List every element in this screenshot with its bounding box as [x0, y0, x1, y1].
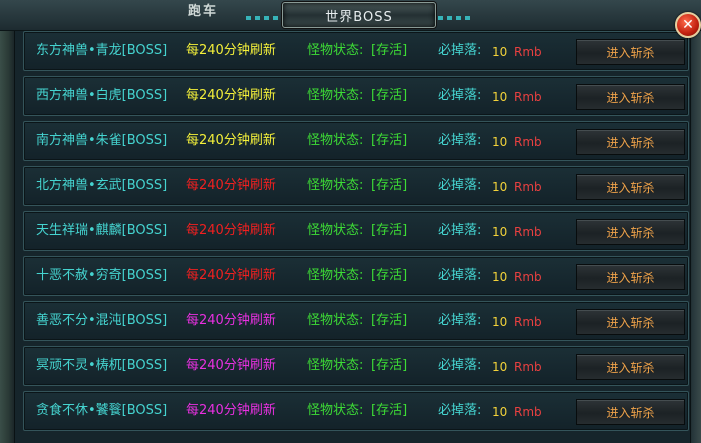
status-value: [存活] [371, 133, 408, 148]
boss-row: 北方神兽•玄武[BOSS] 每240分钟刷新 怪物状态: [存活] 必掉落: 10 Rmb 进… [23, 166, 689, 206]
boss-row: 十恶不赦•穷奇[BOSS] 每240分钟刷新 怪物状态: [存活] 必掉落: 10 Rmb 进… [23, 256, 689, 296]
drop-unit: Rmb [514, 90, 542, 104]
drop-label: 必掉落: [438, 313, 482, 328]
enter-kill-button[interactable]: 进入斩杀 [576, 354, 685, 380]
drop-label: 必掉落: [438, 223, 482, 238]
boss-name: 东方神兽•青龙[BOSS] [36, 43, 168, 58]
enter-kill-button[interactable]: 进入斩杀 [576, 219, 685, 245]
drop-amount: 10 [492, 315, 508, 329]
boss-row: 南方神兽•朱雀[BOSS] 每240分钟刷新 怪物状态: [存活] 必掉落: 10 Rmb 进… [23, 121, 689, 161]
status-value: [存活] [371, 88, 408, 103]
status-value: [存活] [371, 43, 408, 58]
drop-unit: Rmb [514, 135, 542, 149]
enter-kill-button[interactable]: 进入斩杀 [576, 399, 685, 425]
boss-name: 西方神兽•白虎[BOSS] [36, 88, 168, 103]
status-label: 怪物状态: [307, 178, 364, 193]
status-value: [存活] [371, 268, 408, 283]
drop-label: 必掉落: [438, 88, 482, 103]
status-value: [存活] [371, 403, 408, 418]
boss-row: 天生祥瑞•麒麟[BOSS] 每240分钟刷新 怪物状态: [存活] 必掉落: 10 Rmb 进… [23, 211, 689, 251]
drop-unit: Rmb [514, 315, 542, 329]
status-label: 怪物状态: [307, 403, 364, 418]
refresh-interval: 每240分钟刷新 [186, 403, 276, 418]
header-ornament-right [438, 16, 472, 20]
window-title: 世界BOSS [325, 9, 393, 25]
status-value: [存活] [371, 223, 408, 238]
boss-row: 冥顽不灵•梼杌[BOSS] 每240分钟刷新 怪物状态: [存活] 必掉落: 10 Rmb 进… [23, 346, 689, 386]
drop-label: 必掉落: [438, 133, 482, 148]
background-partial-label: 跑车 [188, 4, 219, 19]
refresh-interval: 每240分钟刷新 [186, 313, 276, 328]
status-label: 怪物状态: [307, 43, 364, 58]
enter-kill-button[interactable]: 进入斩杀 [576, 174, 685, 200]
enter-kill-button[interactable]: 进入斩杀 [576, 39, 685, 65]
drop-amount: 10 [492, 225, 508, 239]
close-button[interactable]: ✕ [675, 12, 701, 38]
drop-amount: 10 [492, 270, 508, 284]
status-label: 怪物状态: [307, 88, 364, 103]
boss-list-panel: 东方神兽•青龙[BOSS] 每240分钟刷新 怪物状态: [存活] 必掉落: 10 Rmb 进… [14, 31, 691, 443]
enter-kill-button[interactable]: 进入斩杀 [576, 309, 685, 335]
status-label: 怪物状态: [307, 358, 364, 373]
refresh-interval: 每240分钟刷新 [186, 43, 276, 58]
drop-amount: 10 [492, 90, 508, 104]
drop-unit: Rmb [514, 225, 542, 239]
boss-name: 贪食不休•饕餮[BOSS] [36, 403, 168, 418]
drop-amount: 10 [492, 45, 508, 59]
boss-row: 善恶不分•混沌[BOSS] 每240分钟刷新 怪物状态: [存活] 必掉落: 10 Rmb 进… [23, 301, 689, 341]
drop-label: 必掉落: [438, 43, 482, 58]
title-plate: 世界BOSS [282, 2, 436, 28]
boss-name: 十恶不赦•穷奇[BOSS] [36, 268, 168, 283]
drop-label: 必掉落: [438, 178, 482, 193]
close-icon: ✕ [682, 17, 694, 33]
boss-name: 善恶不分•混沌[BOSS] [36, 313, 168, 328]
refresh-interval: 每240分钟刷新 [186, 223, 276, 238]
drop-amount: 10 [492, 405, 508, 419]
status-label: 怪物状态: [307, 313, 364, 328]
status-value: [存活] [371, 178, 408, 193]
drop-label: 必掉落: [438, 358, 482, 373]
drop-amount: 10 [492, 180, 508, 194]
drop-unit: Rmb [514, 270, 542, 284]
drop-amount: 10 [492, 360, 508, 374]
refresh-interval: 每240分钟刷新 [186, 358, 276, 373]
drop-amount: 10 [492, 135, 508, 149]
drop-unit: Rmb [514, 180, 542, 194]
drop-unit: Rmb [514, 45, 542, 59]
refresh-interval: 每240分钟刷新 [186, 268, 276, 283]
status-label: 怪物状态: [307, 223, 364, 238]
drop-label: 必掉落: [438, 268, 482, 283]
boss-row: 贪食不休•饕餮[BOSS] 每240分钟刷新 怪物状态: [存活] 必掉落: 10 Rmb 进… [23, 391, 689, 431]
boss-name: 冥顽不灵•梼杌[BOSS] [36, 358, 168, 373]
status-value: [存活] [371, 313, 408, 328]
window-header: 跑车 世界BOSS [0, 0, 701, 31]
enter-kill-button[interactable]: 进入斩杀 [576, 84, 685, 110]
drop-label: 必掉落: [438, 403, 482, 418]
boss-name: 南方神兽•朱雀[BOSS] [36, 133, 168, 148]
refresh-interval: 每240分钟刷新 [186, 133, 276, 148]
boss-row: 西方神兽•白虎[BOSS] 每240分钟刷新 怪物状态: [存活] 必掉落: 10 Rmb 进… [23, 76, 689, 116]
drop-unit: Rmb [514, 360, 542, 374]
drop-unit: Rmb [514, 405, 542, 419]
header-ornament-left [246, 16, 280, 20]
status-label: 怪物状态: [307, 133, 364, 148]
enter-kill-button[interactable]: 进入斩杀 [576, 129, 685, 155]
left-border-decoration [0, 0, 14, 443]
refresh-interval: 每240分钟刷新 [186, 178, 276, 193]
boss-row: 东方神兽•青龙[BOSS] 每240分钟刷新 怪物状态: [存活] 必掉落: 10 Rmb 进… [23, 31, 689, 71]
boss-name: 天生祥瑞•麒麟[BOSS] [36, 223, 168, 238]
refresh-interval: 每240分钟刷新 [186, 88, 276, 103]
enter-kill-button[interactable]: 进入斩杀 [576, 264, 685, 290]
boss-name: 北方神兽•玄武[BOSS] [36, 178, 168, 193]
status-value: [存活] [371, 358, 408, 373]
status-label: 怪物状态: [307, 268, 364, 283]
